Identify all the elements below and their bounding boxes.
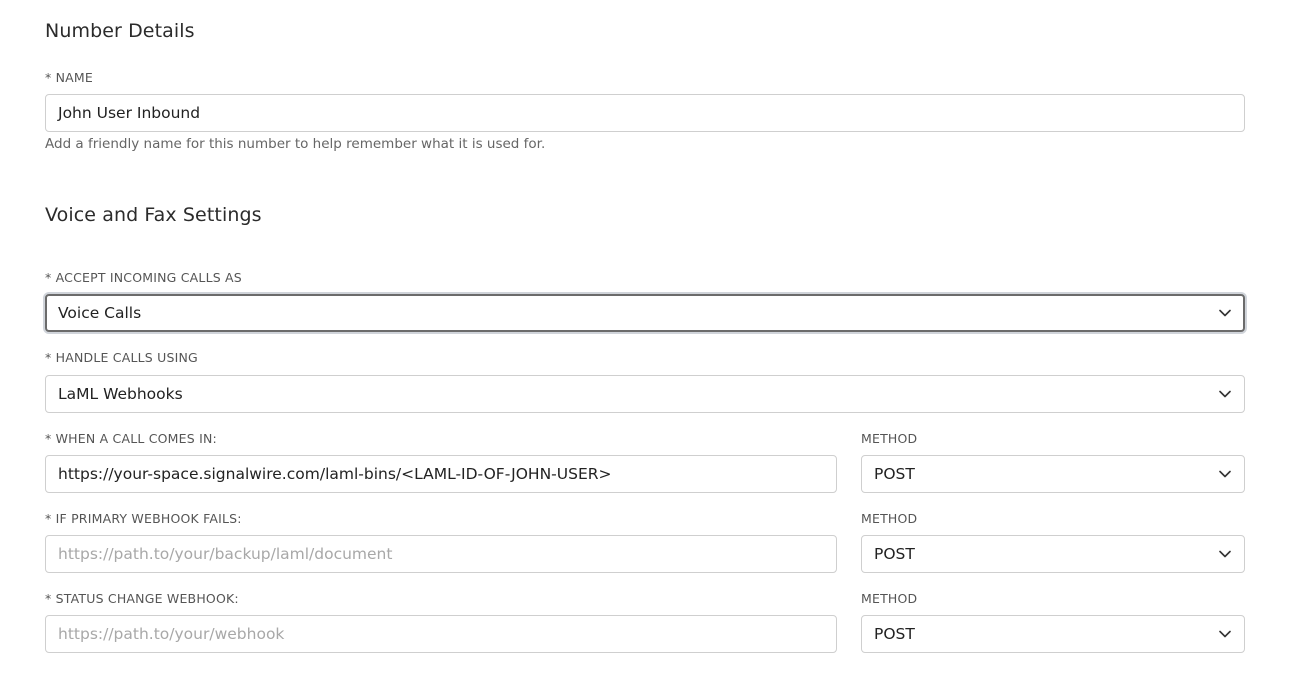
method-value: POST bbox=[874, 625, 915, 643]
method-label: METHOD bbox=[861, 511, 918, 526]
chevron-down-icon bbox=[1218, 547, 1232, 561]
call-comes-in-input[interactable]: https://your-space.signalwire.com/laml-b… bbox=[45, 455, 837, 493]
primary-fails-label: * IF PRIMARY WEBHOOK FAILS: bbox=[45, 511, 242, 526]
accept-calls-value: Voice Calls bbox=[58, 304, 142, 322]
voice-fax-settings-title: Voice and Fax Settings bbox=[45, 204, 262, 226]
chevron-down-icon bbox=[1218, 467, 1232, 481]
call-comes-in-method-select[interactable]: POST bbox=[861, 455, 1245, 493]
accept-calls-label: * ACCEPT INCOMING CALLS AS bbox=[45, 270, 242, 285]
primary-fails-method-select[interactable]: POST bbox=[861, 535, 1245, 573]
chevron-down-icon bbox=[1218, 387, 1232, 401]
status-change-label: * STATUS CHANGE WEBHOOK: bbox=[45, 591, 239, 606]
status-change-placeholder: https://path.to/your/webhook bbox=[58, 625, 285, 643]
method-value: POST bbox=[874, 465, 915, 483]
number-settings-page: Number Details * NAME John User Inbound … bbox=[0, 0, 1291, 691]
method-label: METHOD bbox=[861, 591, 918, 606]
handle-calls-label: * HANDLE CALLS USING bbox=[45, 350, 198, 365]
status-change-method-select[interactable]: POST bbox=[861, 615, 1245, 653]
chevron-down-icon bbox=[1218, 627, 1232, 641]
accept-calls-select[interactable]: Voice Calls bbox=[45, 294, 1245, 332]
name-input[interactable]: John User Inbound bbox=[45, 94, 1245, 132]
method-label: METHOD bbox=[861, 431, 918, 446]
handle-calls-value: LaML Webhooks bbox=[58, 385, 183, 403]
handle-calls-select[interactable]: LaML Webhooks bbox=[45, 375, 1245, 413]
call-comes-in-label: * WHEN A CALL COMES IN: bbox=[45, 431, 217, 446]
status-change-input[interactable]: https://path.to/your/webhook bbox=[45, 615, 837, 653]
primary-fails-placeholder: https://path.to/your/backup/laml/documen… bbox=[58, 545, 393, 563]
primary-fails-input[interactable]: https://path.to/your/backup/laml/documen… bbox=[45, 535, 837, 573]
name-input-value: John User Inbound bbox=[58, 104, 201, 122]
chevron-down-icon bbox=[1218, 306, 1232, 320]
name-help-text: Add a friendly name for this number to h… bbox=[45, 136, 546, 152]
name-label: * NAME bbox=[45, 70, 94, 85]
number-details-title: Number Details bbox=[45, 20, 195, 42]
method-value: POST bbox=[874, 545, 915, 563]
call-comes-in-value: https://your-space.signalwire.com/laml-b… bbox=[58, 465, 612, 483]
